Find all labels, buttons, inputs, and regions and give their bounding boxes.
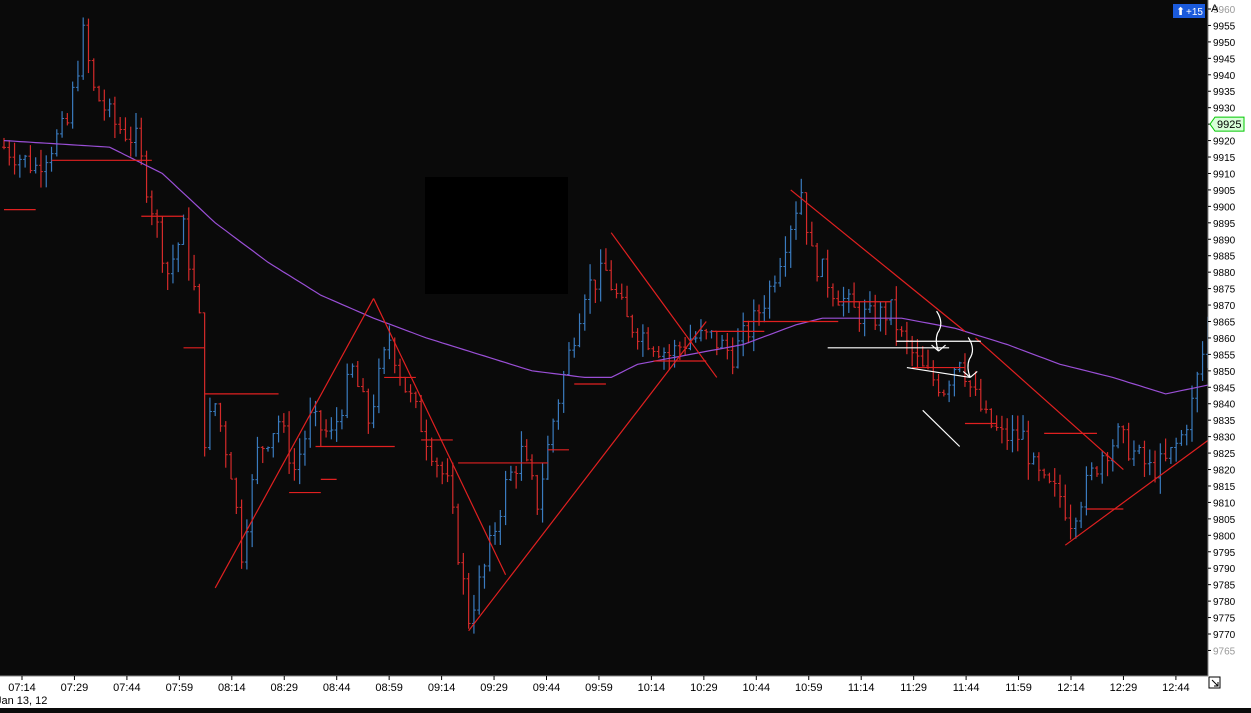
x-tick-label: 12:29 [1110, 682, 1138, 694]
x-tick-label: 07:29 [61, 682, 89, 694]
y-tick-label: 9845 [1213, 383, 1236, 394]
redacted-box [425, 177, 568, 294]
y-tick-label: 9840 [1213, 400, 1236, 411]
x-tick-label: 07:14 [8, 682, 36, 694]
price-tag-value: 9925 [1217, 119, 1241, 131]
symbol-badge[interactable]: ⬆ +15 [1173, 4, 1205, 18]
scale-letter: A [1211, 3, 1219, 15]
y-tick-label: 9865 [1213, 318, 1236, 329]
x-tick-label: 11:44 [953, 682, 980, 694]
y-tick-label: 9850 [1213, 367, 1236, 378]
x-tick-label: 09:59 [585, 682, 613, 694]
y-tick-label: 9830 [1213, 433, 1236, 444]
y-tick-label: 9805 [1213, 515, 1236, 526]
x-tick-label: 09:29 [480, 682, 508, 694]
y-tick-label: 9895 [1213, 219, 1236, 230]
x-tick-label: 10:59 [795, 682, 823, 694]
x-tick-label: 12:44 [1162, 682, 1190, 694]
x-tick-label: 11:29 [900, 682, 927, 694]
y-tick-label: 9930 [1213, 104, 1236, 115]
y-tick-label: 9815 [1213, 482, 1236, 493]
x-tick-label: 10:29 [690, 682, 718, 694]
plot-background [0, 0, 1208, 676]
x-tick-label: 07:59 [166, 682, 194, 694]
y-tick-label: 9795 [1213, 548, 1236, 559]
y-tick-label: 9835 [1213, 416, 1236, 427]
y-tick-label: 9810 [1213, 498, 1236, 509]
y-tick-label: 9950 [1213, 38, 1236, 49]
price-chart[interactable]: 9765 9770 9775 9780 9785 9790 9795 9800 9805 9810… [0, 0, 1251, 708]
y-tick-label: 9940 [1213, 71, 1236, 82]
y-tick-label: 9945 [1213, 54, 1236, 65]
x-tick-label: 09:14 [428, 682, 456, 694]
y-tick-label: 9935 [1213, 87, 1236, 98]
x-tick-label: 07:44 [113, 682, 141, 694]
y-tick-label: 9915 [1213, 153, 1236, 164]
y-tick-label: 9790 [1213, 564, 1236, 575]
y-tick-label: 9870 [1213, 301, 1236, 312]
y-tick-label: 9800 [1213, 531, 1236, 542]
y-tick-label: 9910 [1213, 169, 1236, 180]
y-tick-label: 9885 [1213, 252, 1236, 263]
x-tick-label: 08:29 [270, 682, 298, 694]
date-label: Jan 13, 12 [0, 695, 47, 707]
y-tick-label: 9780 [1213, 597, 1236, 608]
up-arrow-icon: ⬆ [1176, 6, 1185, 18]
y-tick-label: 9905 [1213, 186, 1236, 197]
x-tick-label: 11:14 [848, 682, 875, 694]
y-tick-label: 9875 [1213, 285, 1236, 296]
y-tick-label: 9825 [1213, 449, 1236, 460]
x-tick-label: 08:44 [323, 682, 351, 694]
price-tag: 9925 [1209, 116, 1245, 132]
y-tick-label: 9900 [1213, 202, 1236, 213]
x-tick-label: 12:14 [1057, 682, 1085, 694]
x-tick-label: 08:14 [218, 682, 246, 694]
chart-container: 9765 9770 9775 9780 9785 9790 9795 9800 9805 9810… [0, 0, 1251, 708]
x-tick-label: 09:44 [533, 682, 561, 694]
x-tick-label: 08:59 [375, 682, 403, 694]
resize-corner-icon[interactable] [1208, 676, 1221, 689]
y-tick-label: 9770 [1213, 630, 1236, 641]
y-tick-label: 9785 [1213, 581, 1236, 592]
y-tick-label: 9920 [1213, 137, 1236, 148]
y-tick-label: 9890 [1213, 235, 1236, 246]
y-tick-label: 9765 [1213, 646, 1236, 657]
x-tick-label: 11:59 [1005, 682, 1032, 694]
y-tick-label: 9955 [1213, 21, 1236, 32]
y-tick-label: 9820 [1213, 466, 1236, 477]
x-tick-label: 10:44 [743, 682, 771, 694]
y-tick-label: 9775 [1213, 614, 1236, 625]
y-tick-label: 9880 [1213, 268, 1236, 279]
x-tick-label: 10:14 [638, 682, 666, 694]
y-tick-label: 9860 [1213, 334, 1236, 345]
y-tick-label: 9855 [1213, 350, 1236, 361]
symbol-badge-label: +15 [1186, 7, 1203, 18]
